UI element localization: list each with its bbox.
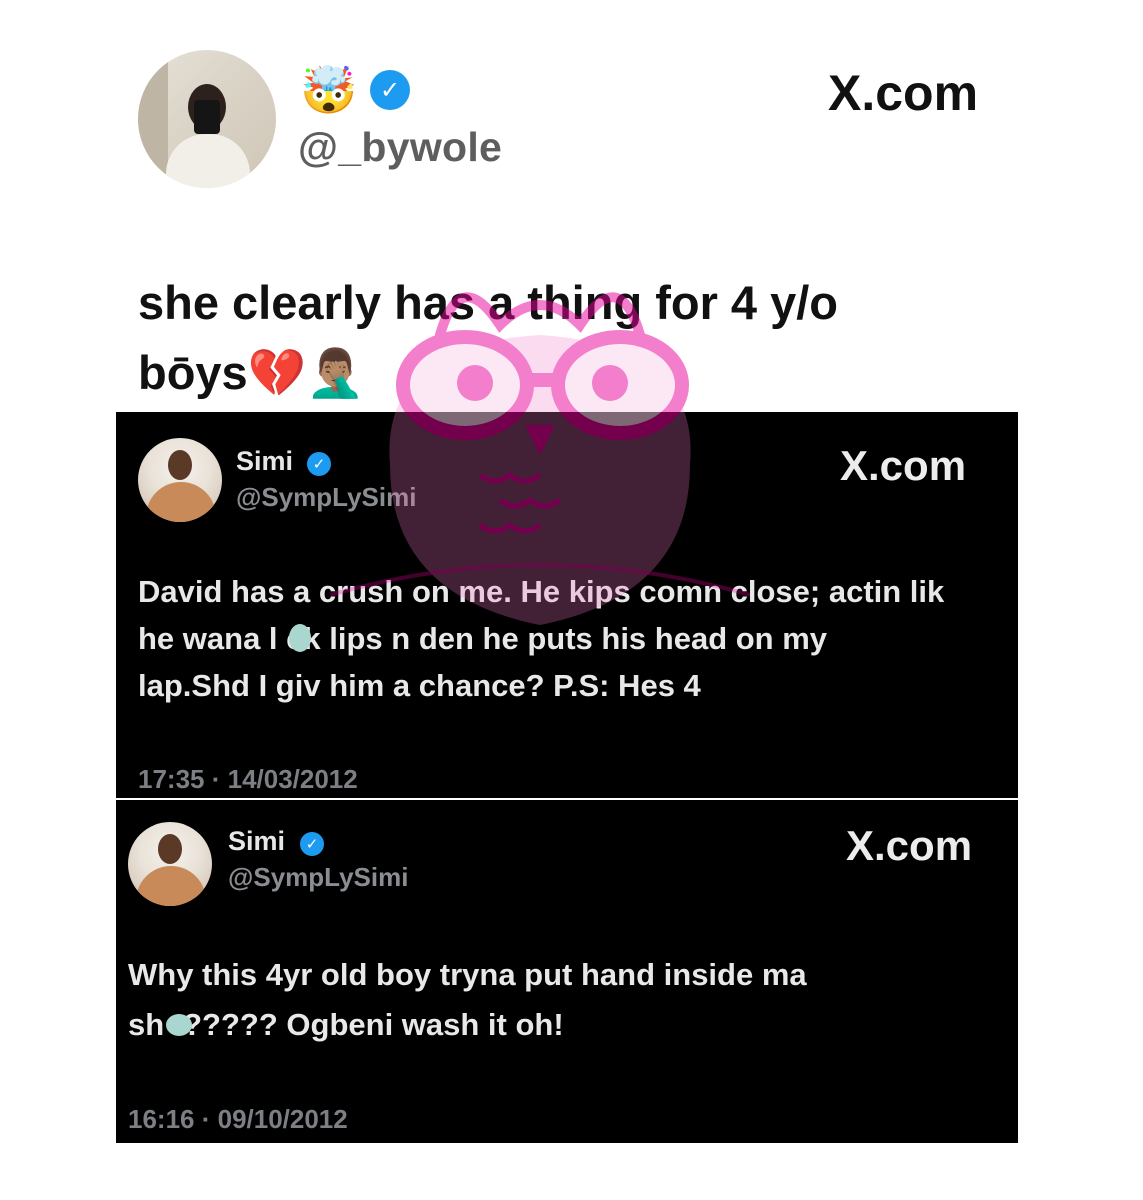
verified-badge-icon: ✓	[300, 832, 324, 856]
phone-icon	[194, 100, 220, 134]
avatar[interactable]	[128, 822, 212, 906]
censor-blob	[289, 624, 311, 652]
avatar[interactable]	[138, 50, 276, 188]
verified-badge-icon: ✓	[370, 70, 410, 110]
author-name[interactable]: Simi	[236, 446, 293, 477]
author-handle[interactable]: @_bywole	[298, 124, 502, 171]
avatar-figure	[166, 134, 250, 188]
avatar-head	[168, 450, 192, 480]
avatar-figure	[146, 482, 216, 522]
avatar-background	[138, 50, 168, 188]
tweet-text-line: Why this 4yr old boy tryna put hand insi…	[128, 957, 807, 992]
author-handle[interactable]: @SympLySimi	[228, 862, 408, 893]
timestamp[interactable]: 16:16 · 09/10/2012	[128, 1104, 348, 1135]
x-logo-icon[interactable]: X.com	[828, 64, 978, 122]
x-logo-icon[interactable]: X.com	[840, 442, 966, 490]
owl-watermark-logo	[330, 292, 750, 625]
exploding-head-emoji: 🤯	[300, 63, 358, 117]
avatar[interactable]	[138, 438, 222, 522]
verified-badge-icon: ✓	[307, 452, 331, 476]
censor-blob	[166, 1014, 192, 1036]
embedded-tweet-card[interactable]: Simi ✓ @SympLySimi X.com Why this 4yr ol…	[116, 800, 1018, 1143]
avatar-figure	[136, 866, 206, 906]
timestamp[interactable]: 17:35 · 14/03/2012	[138, 764, 358, 795]
tweet-text: Why this 4yr old boy tryna put hand insi…	[128, 950, 1008, 1050]
author-name[interactable]: Simi	[228, 826, 285, 857]
tweet-text-line: sh t????? Ogbeni wash it oh!	[128, 1007, 564, 1042]
x-logo-icon[interactable]: X.com	[846, 822, 972, 870]
avatar-head	[158, 834, 182, 864]
